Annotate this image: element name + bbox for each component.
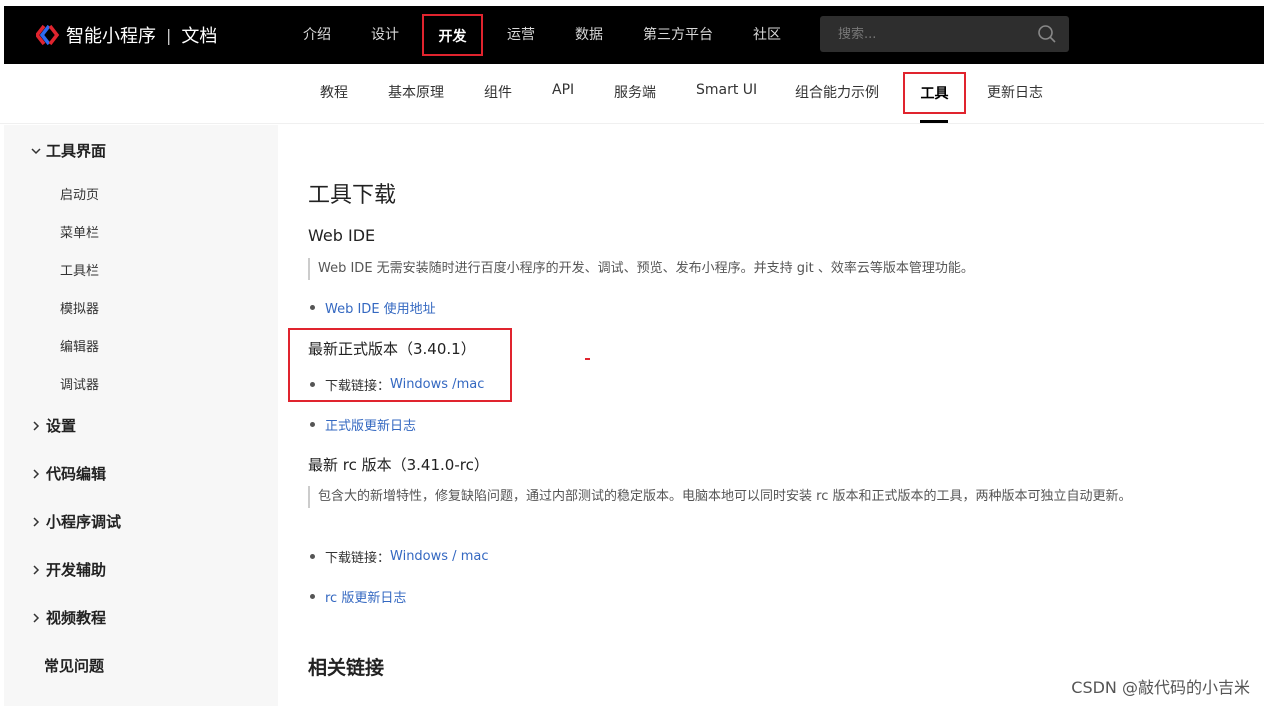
sidebar-group-tools-ui[interactable]: 工具界面 <box>30 140 106 161</box>
logo[interactable]: 智能小程序 | 文档 <box>36 22 217 48</box>
top-navbar: 智能小程序 | 文档 介绍 设计 开发 运营 数据 第三方平台 社区 <box>4 6 1264 64</box>
related-links-heading: 相关链接 <box>308 657 385 679</box>
tab-api[interactable]: API <box>552 82 574 98</box>
logo-text: 智能小程序 <box>66 26 156 47</box>
sidebar-item-menubar[interactable]: 菜单栏 <box>60 222 99 241</box>
sidebar-item-toolbar[interactable]: 工具栏 <box>60 260 99 279</box>
stable-changelog-link[interactable]: 正式版更新日志 <box>325 415 416 434</box>
nav-data[interactable]: 数据 <box>567 14 611 56</box>
sidebar-item-start-page[interactable]: 启动页 <box>60 184 99 203</box>
chevron-right-icon <box>33 468 40 479</box>
rc-windows-link[interactable]: Windows <box>390 549 448 564</box>
sidebar-group-code-edit[interactable]: 代码编辑 <box>30 463 106 484</box>
sidebar-item-debugger[interactable]: 调试器 <box>60 374 99 393</box>
nav-intro[interactable]: 介绍 <box>295 14 339 56</box>
nav-community[interactable]: 社区 <box>745 14 789 56</box>
annotation-mark <box>585 358 590 360</box>
tab-server[interactable]: 服务端 <box>614 82 656 102</box>
sidebar-group-label: 小程序调试 <box>46 513 122 531</box>
sidebar-group-label: 开发辅助 <box>46 561 107 579</box>
search-icon[interactable] <box>1037 24 1057 44</box>
tab-examples[interactable]: 组合能力示例 <box>795 82 879 102</box>
sidebar-group-dev-assist[interactable]: 开发辅助 <box>30 559 106 580</box>
sidebar-group-faq[interactable]: 常见问题 <box>44 655 104 676</box>
sidebar-group-label: 视频教程 <box>46 609 107 627</box>
sidebar-group-label: 代码编辑 <box>46 465 107 483</box>
tab-tools[interactable]: 工具 <box>903 72 966 114</box>
search-input[interactable] <box>820 16 1030 52</box>
sidebar-group-video[interactable]: 视频教程 <box>30 607 106 628</box>
page-title: 工具下载 <box>308 183 397 208</box>
list-item: Web IDE 使用地址 <box>310 298 436 317</box>
tab-tutorial[interactable]: 教程 <box>320 82 348 102</box>
bullet-dot <box>310 594 315 599</box>
chevron-right-icon <box>33 564 40 575</box>
nav-operation[interactable]: 运营 <box>499 14 543 56</box>
rc-description: 包含大的新增特性，修复缺陷问题，通过内部测试的稳定版本。电脑本地可以同时安装 r… <box>308 486 1170 508</box>
list-item: 下载链接： Windows / mac <box>310 547 488 566</box>
sidebar-group-debug[interactable]: 小程序调试 <box>30 511 121 532</box>
bullet-dot <box>310 554 315 559</box>
download-label: 下载链接： <box>325 551 391 566</box>
webide-heading: Web IDE <box>308 226 376 245</box>
nav-develop[interactable]: 开发 <box>422 14 483 56</box>
webide-link[interactable]: Web IDE 使用地址 <box>325 298 436 317</box>
sidebar-group-settings[interactable]: 设置 <box>30 415 76 436</box>
rc-version-heading: 最新 rc 版本（3.41.0-rc） <box>308 456 489 474</box>
highlight-box <box>288 328 512 402</box>
chevron-right-icon <box>33 516 40 527</box>
link-separator: / <box>448 549 461 564</box>
sidebar-group-label: 设置 <box>46 417 77 435</box>
bullet-dot <box>310 305 315 310</box>
tab-components[interactable]: 组件 <box>484 82 512 102</box>
search-box <box>820 16 1069 52</box>
list-item: rc 版更新日志 <box>310 587 406 606</box>
list-item: 正式版更新日志 <box>310 415 416 434</box>
watermark: CSDN @敲代码的小吉米 <box>1071 678 1250 697</box>
tab-changelog[interactable]: 更新日志 <box>987 82 1043 102</box>
tab-smart-ui[interactable]: Smart UI <box>696 82 757 98</box>
rc-changelog-link[interactable]: rc 版更新日志 <box>325 587 406 606</box>
sidebar-item-editor[interactable]: 编辑器 <box>60 336 99 355</box>
tab-basics[interactable]: 基本原理 <box>388 82 444 102</box>
nav-third-party[interactable]: 第三方平台 <box>636 14 720 56</box>
chevron-right-icon <box>33 420 40 431</box>
webide-description: Web IDE 无需安装随时进行百度小程序的开发、调试、预览、发布小程序。并支持… <box>308 258 1068 280</box>
active-tab-indicator <box>920 120 948 123</box>
logo-icon <box>36 24 60 46</box>
main-content: 工具下载 Web IDE Web IDE 无需安装随时进行百度小程序的开发、调试… <box>278 125 1264 706</box>
sidebar-group-label: 工具界面 <box>46 142 107 160</box>
bullet-dot <box>310 422 315 427</box>
logo-separator: | <box>166 25 172 45</box>
nav-design[interactable]: 设计 <box>363 14 407 56</box>
sidebar: 工具界面 启动页 菜单栏 工具栏 模拟器 编辑器 调试器 设置 代码编辑 小程序… <box>4 125 278 706</box>
sidebar-item-simulator[interactable]: 模拟器 <box>60 298 99 317</box>
chevron-down-icon <box>31 147 41 154</box>
logo-subtitle: 文档 <box>181 26 218 47</box>
chevron-right-icon <box>33 612 40 623</box>
rc-mac-link[interactable]: mac <box>461 549 489 564</box>
sidebar-group-label: 常见问题 <box>44 657 105 675</box>
sub-navbar: 教程 基本原理 组件 API 服务端 Smart UI 组合能力示例 工具 更新… <box>0 64 1264 124</box>
